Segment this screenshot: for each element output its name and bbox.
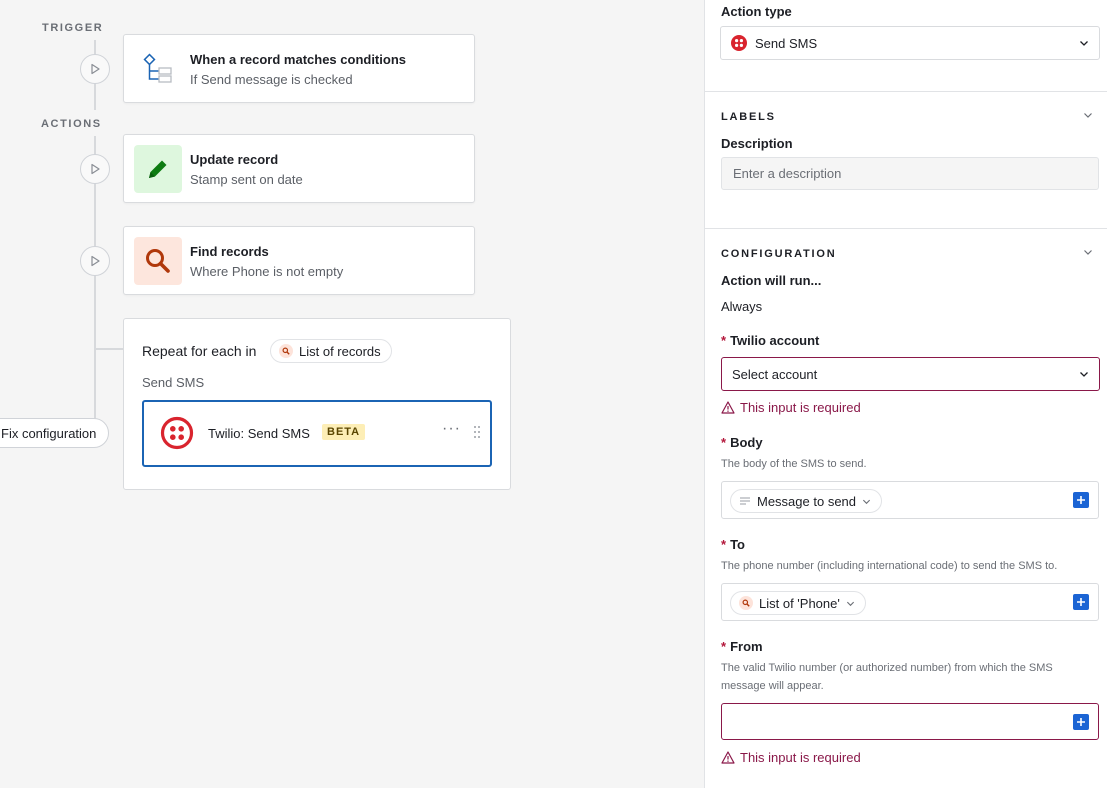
divider xyxy=(705,91,1107,92)
action-type-label: Action type xyxy=(721,4,792,19)
from-error: This input is required xyxy=(721,750,861,765)
plus-icon xyxy=(1077,598,1085,606)
find-records-card[interactable]: Find records Where Phone is not empty xyxy=(123,226,475,295)
search-icon xyxy=(739,596,753,610)
run-trigger-button[interactable] xyxy=(80,54,110,84)
twilio-logo-icon xyxy=(160,416,194,450)
divider xyxy=(705,228,1107,229)
chevron-down-icon xyxy=(1080,41,1088,46)
warning-icon xyxy=(721,401,735,414)
action-run-value: Always xyxy=(721,299,763,314)
twilio-account-error: This input is required xyxy=(721,400,861,415)
required-mark: * xyxy=(721,333,727,348)
action-run-label: Action will run... xyxy=(721,273,822,288)
trigger-card[interactable]: When a record matches conditions If Send… xyxy=(123,34,475,103)
search-icon xyxy=(279,344,293,358)
to-field[interactable]: List of 'Phone' xyxy=(721,583,1099,621)
trigger-card-title: When a record matches conditions xyxy=(190,52,406,67)
pill-label: List of records xyxy=(299,343,381,359)
automation-canvas: TRIGGER ACTIONS When a record matches co… xyxy=(0,0,704,788)
run-find-button[interactable] xyxy=(80,246,110,276)
body-label: * Body xyxy=(721,435,763,450)
phone-list-token[interactable]: List of 'Phone' xyxy=(730,591,866,615)
required-mark: * xyxy=(721,639,727,654)
update-card-title: Update record xyxy=(190,152,279,167)
chevron-down-icon xyxy=(846,601,854,606)
description-input[interactable] xyxy=(721,157,1099,190)
twilio-logo-icon xyxy=(731,35,747,51)
twilio-account-placeholder: Select account xyxy=(732,366,818,382)
required-mark: * xyxy=(721,537,727,552)
magnifier-icon xyxy=(146,249,170,273)
to-help-text: The phone number (including internationa… xyxy=(721,560,1058,572)
twilio-account-select[interactable]: Select account xyxy=(721,357,1100,391)
drag-handle-icon[interactable] xyxy=(472,425,482,439)
long-text-icon xyxy=(740,497,750,505)
collapse-configuration-icon[interactable] xyxy=(1083,247,1093,257)
labels-section-heading: LABELS xyxy=(721,111,776,123)
connector-line xyxy=(94,348,124,350)
more-options-icon[interactable]: ··· xyxy=(442,420,461,438)
chevron-down-icon xyxy=(862,499,871,504)
play-icon xyxy=(91,63,100,75)
from-help-text: The valid Twilio number (or authorized n… xyxy=(721,662,1053,692)
add-body-token-button[interactable] xyxy=(1073,492,1089,508)
add-from-token-button[interactable] xyxy=(1073,714,1089,730)
twilio-card-title: Twilio: Send SMS xyxy=(208,426,310,441)
actions-section-label: ACTIONS xyxy=(41,118,102,130)
required-mark: * xyxy=(721,435,727,450)
update-icon-box xyxy=(134,145,182,193)
play-icon xyxy=(91,163,100,175)
to-label: * To xyxy=(721,537,745,552)
list-of-records-pill[interactable]: List of records xyxy=(270,339,392,363)
update-card-subtitle: Stamp sent on date xyxy=(190,172,303,187)
repeat-title: Repeat for each in xyxy=(142,343,257,359)
from-field[interactable] xyxy=(721,703,1099,740)
configuration-section-heading: CONFIGURATION xyxy=(721,248,837,260)
find-card-subtitle: Where Phone is not empty xyxy=(190,264,344,279)
from-label: * From xyxy=(721,639,763,654)
beta-badge: BETA xyxy=(322,424,366,440)
message-token[interactable]: Message to send xyxy=(730,489,883,513)
description-label: Description xyxy=(721,136,793,151)
action-type-select[interactable]: Send SMS xyxy=(720,26,1100,60)
pencil-icon xyxy=(149,160,167,178)
find-icon-box xyxy=(134,237,182,285)
fix-configuration-button[interactable]: Fix configuration xyxy=(0,418,110,448)
body-help-text: The body of the SMS to send. xyxy=(721,458,867,470)
chevron-down-icon xyxy=(1080,372,1088,377)
twilio-send-sms-card[interactable]: Twilio: Send SMS BETA ··· xyxy=(142,400,492,467)
trigger-card-subtitle: If Send message is checked xyxy=(190,72,353,87)
plus-icon xyxy=(1077,718,1085,726)
add-to-token-button[interactable] xyxy=(1073,594,1089,610)
run-update-button[interactable] xyxy=(80,154,110,184)
trigger-icon-box xyxy=(134,45,182,93)
find-card-title: Find records xyxy=(190,244,269,259)
repeat-subtitle: Send SMS xyxy=(142,375,205,390)
action-type-value: Send SMS xyxy=(755,35,818,51)
play-icon xyxy=(91,255,100,267)
plus-icon xyxy=(1077,496,1085,504)
collapse-labels-icon[interactable] xyxy=(1083,110,1093,120)
warning-icon xyxy=(721,751,735,764)
action-config-panel: Action type Send SMS LABELS Description … xyxy=(704,0,1107,788)
body-field[interactable]: Message to send xyxy=(721,481,1099,519)
conditions-icon xyxy=(143,53,172,83)
trigger-section-label: TRIGGER xyxy=(42,22,104,34)
twilio-account-label: * Twilio account xyxy=(721,333,820,348)
repeat-group-card[interactable]: Repeat for each in List of records Send … xyxy=(123,318,511,490)
update-record-card[interactable]: Update record Stamp sent on date xyxy=(123,134,475,203)
